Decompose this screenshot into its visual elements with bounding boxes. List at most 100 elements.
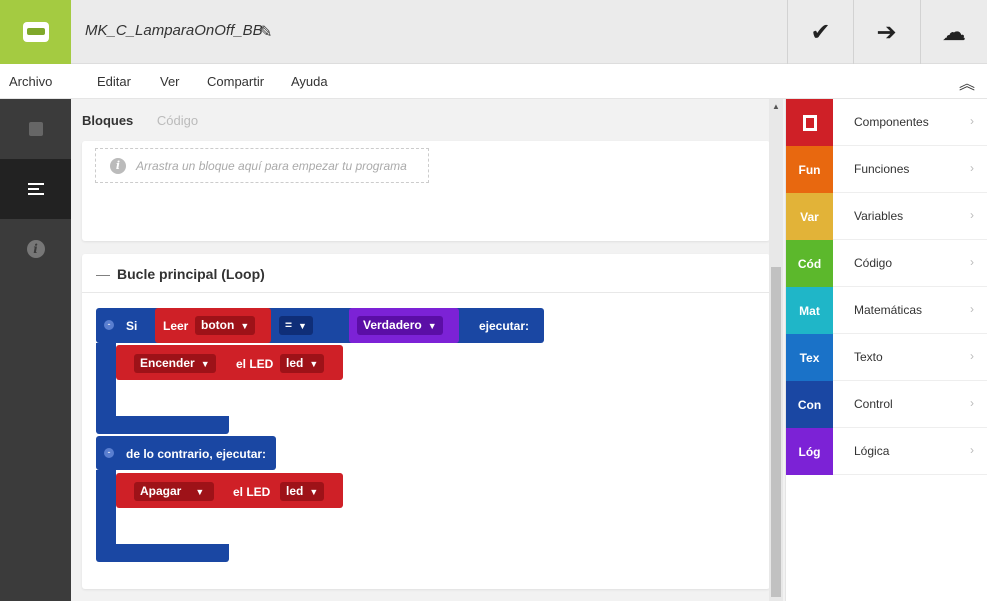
chevron-right-icon: › (970, 302, 974, 316)
then-label: ejecutar: (479, 319, 530, 333)
palette-swatch: Mat (786, 287, 833, 334)
palette-swatch: Cód (786, 240, 833, 287)
chevron-right-icon: › (970, 161, 974, 175)
workspace-scrollbar[interactable]: ▲ (769, 99, 783, 601)
operator-dropdown[interactable]: = ▼ (279, 316, 313, 335)
collapse-icon[interactable]: — (96, 266, 110, 282)
chevron-right-icon: › (970, 114, 974, 128)
palette-control[interactable]: Con Control › (786, 381, 987, 428)
rail-hardware[interactable] (0, 99, 71, 159)
palette-swatch: Fun (786, 146, 833, 193)
project-title[interactable]: MK_C_LamparaOnOff_BB (85, 22, 263, 39)
cloud-icon: ☁ (942, 18, 966, 46)
palette-label: Control (854, 397, 893, 411)
chevron-down-icon: ▼ (427, 321, 437, 331)
palette-funciones[interactable]: Fun Funciones › (786, 146, 987, 193)
else-label: de lo contrario, ejecutar: (126, 447, 267, 461)
check-icon: ✔ (810, 18, 831, 46)
workspace: Bloques Código i Arrastra un bloque aquí… (71, 99, 785, 601)
menu-archivo[interactable]: Archivo (9, 74, 52, 89)
palette-label: Lógica (854, 444, 890, 458)
palette-label: Código (854, 256, 893, 270)
palette-label: Matemáticas (854, 303, 923, 317)
scroll-thumb[interactable] (771, 267, 781, 597)
left-rail: i (0, 99, 71, 601)
led-var-dropdown[interactable]: led ▼ (280, 354, 325, 373)
palette-label: Funciones (854, 162, 910, 176)
loop-card: — Bucle principal (Loop) - Si Leer boton… (82, 254, 770, 589)
else-led-var-dropdown[interactable]: led ▼ (280, 482, 325, 501)
info-icon: i (110, 157, 126, 174)
blocks-icon (27, 183, 44, 195)
palette-swatch: Con (786, 381, 833, 428)
chevron-down-icon: ▼ (298, 321, 307, 331)
info-icon: i (26, 240, 45, 258)
chevron-down-icon: ▼ (309, 487, 319, 497)
else-spine (96, 470, 116, 548)
action-dropdown[interactable]: Encender ▼ (134, 354, 216, 373)
else-led-label: el LED (233, 485, 271, 499)
dropzone-hint: Arrastra un bloque aquí para empezar tu … (136, 158, 407, 173)
view-tabs: Bloques Código (82, 113, 218, 128)
else-foot (96, 544, 229, 562)
chevron-right-icon: › (970, 396, 974, 410)
chip-icon (28, 122, 43, 136)
else-toggle-icon[interactable]: - (104, 448, 114, 458)
palette-label: Texto (854, 350, 883, 364)
scroll-up-icon[interactable]: ▲ (772, 102, 780, 111)
palette-texto[interactable]: Tex Texto › (786, 334, 987, 381)
palette-componentes[interactable]: Componentes › (786, 99, 987, 146)
chevron-right-icon: › (970, 255, 974, 269)
chevron-down-icon: ▼ (240, 321, 250, 331)
menubar: Archivo Editar Ver Compartir Ayuda ︽ (0, 64, 987, 99)
palette-swatch: Var (786, 193, 833, 240)
chevron-down-icon: ▼ (195, 487, 205, 497)
palette-label: Variables (854, 209, 904, 223)
chevron-right-icon: › (970, 349, 974, 363)
rail-info[interactable]: i (0, 219, 71, 279)
tab-bloques[interactable]: Bloques (82, 113, 133, 128)
chevron-down-icon: ▼ (200, 359, 210, 369)
rail-blocks[interactable] (0, 159, 71, 219)
led-label: el LED (236, 357, 274, 371)
read-var-dropdown[interactable]: boton ▼ (195, 316, 256, 335)
palette-swatch: Tex (786, 334, 833, 381)
chip-icon (802, 114, 817, 131)
if-spine (96, 343, 116, 418)
chevron-down-icon: ▼ (309, 359, 319, 369)
palette-swatch (786, 99, 833, 146)
palette-swatch: Lóg (786, 428, 833, 475)
cloud-button[interactable]: ☁ (920, 0, 987, 64)
boolean-dropdown[interactable]: Verdadero ▼ (357, 316, 443, 335)
pencil-icon[interactable]: ✎ (259, 22, 272, 42)
menu-editar[interactable]: Editar (97, 74, 131, 89)
menu-ayuda[interactable]: Ayuda (291, 74, 328, 89)
loop-header[interactable]: — Bucle principal (Loop) (82, 254, 770, 293)
block-palette: Componentes › Fun Funciones › Var Variab… (785, 99, 987, 601)
tab-codigo[interactable]: Código (157, 113, 198, 128)
palette-matematicas[interactable]: Mat Matemáticas › (786, 287, 987, 334)
if-keyword: Si (126, 319, 138, 333)
else-action-dropdown[interactable]: Apagar ▼ (134, 482, 214, 501)
loop-title: Bucle principal (Loop) (117, 266, 265, 282)
if-toggle-icon[interactable]: - (104, 320, 114, 330)
if-foot (96, 416, 229, 434)
upload-button[interactable]: ➔ (853, 0, 919, 64)
read-label: Leer (163, 319, 189, 333)
robot-logo-icon (22, 22, 49, 42)
palette-codigo[interactable]: Cód Código › (786, 240, 987, 287)
chevron-right-icon: › (970, 443, 974, 457)
setup-card: i Arrastra un bloque aquí para empezar t… (82, 141, 770, 241)
palette-variables[interactable]: Var Variables › (786, 193, 987, 240)
menu-compartir[interactable]: Compartir (207, 74, 264, 89)
palette-logica[interactable]: Lóg Lógica › (786, 428, 987, 475)
chevron-right-icon: › (970, 208, 974, 222)
collapse-menu-icon[interactable]: ︽ (959, 70, 975, 94)
app-logo[interactable] (0, 0, 71, 64)
app-header: MK_C_LamparaOnOff_BB ✎ ✔ ➔ ☁ (0, 0, 987, 64)
block-dropzone[interactable]: i Arrastra un bloque aquí para empezar t… (95, 148, 429, 183)
palette-label: Componentes (854, 115, 929, 129)
menu-ver[interactable]: Ver (160, 74, 180, 89)
verify-button[interactable]: ✔ (787, 0, 853, 64)
arrow-right-icon: ➔ (876, 18, 897, 46)
